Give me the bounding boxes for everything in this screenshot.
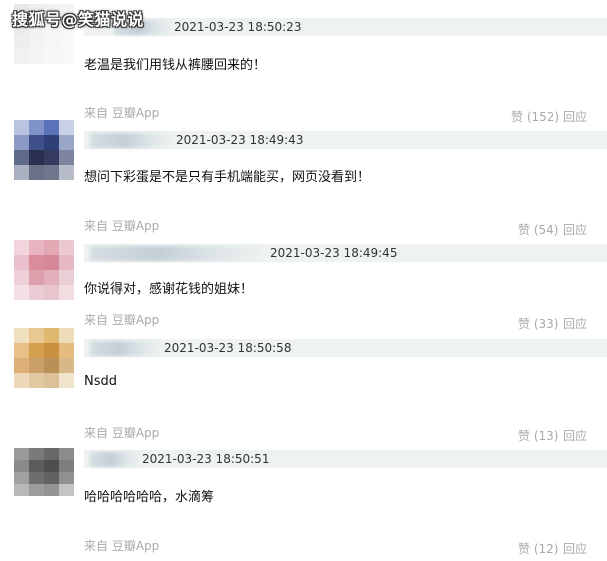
comment-text: 哈哈哈哈哈哈，水滴筹 bbox=[84, 490, 215, 505]
avatar-tile bbox=[14, 135, 29, 150]
avatar-tile bbox=[29, 255, 44, 270]
avatar-tile bbox=[14, 165, 29, 180]
avatar-tile bbox=[14, 240, 29, 255]
avatar-tile bbox=[59, 120, 74, 135]
avatar-tile bbox=[14, 328, 29, 343]
reply-button[interactable]: 回应 bbox=[563, 540, 587, 557]
comment-source: 来自 豆瓣App bbox=[84, 219, 160, 233]
comment-text: Nsdd bbox=[84, 374, 118, 389]
avatar-tile bbox=[59, 165, 74, 180]
avatar-tile bbox=[44, 255, 59, 270]
avatar-tile bbox=[59, 270, 74, 285]
avatar-tile bbox=[59, 460, 74, 472]
avatar-tile bbox=[29, 165, 44, 180]
comment-header: 2021-03-23 18:50:58 bbox=[84, 339, 607, 357]
avatar[interactable] bbox=[14, 120, 74, 180]
avatar-tile bbox=[44, 165, 59, 180]
avatar-tile bbox=[14, 285, 29, 300]
comment-text: 想问下彩蛋是不是只有手机端能买，网页没看到！ bbox=[84, 170, 371, 185]
like-button[interactable]: 赞 (13) bbox=[518, 427, 558, 444]
avatar-tile bbox=[29, 150, 44, 165]
comment-header: 2021-03-23 18:50:51 bbox=[84, 450, 607, 468]
avatar-tile bbox=[29, 135, 44, 150]
comment-time: 2021-03-23 18:50:51 bbox=[142, 452, 270, 466]
comment-source: 来自 豆瓣App bbox=[84, 539, 160, 553]
avatar-tile bbox=[14, 120, 29, 135]
avatar-tile bbox=[44, 135, 59, 150]
reply-button[interactable]: 回应 bbox=[563, 221, 587, 238]
avatar-tile bbox=[44, 484, 59, 496]
avatar-tile bbox=[14, 358, 29, 373]
username-blurred[interactable] bbox=[90, 133, 174, 148]
avatar-tile bbox=[44, 120, 59, 135]
avatar-tile bbox=[29, 240, 44, 255]
avatar-tile bbox=[44, 448, 59, 460]
avatar-tile bbox=[29, 373, 44, 388]
username-blurred[interactable] bbox=[90, 246, 264, 261]
avatar-tile bbox=[14, 255, 29, 270]
avatar-tile bbox=[29, 358, 44, 373]
avatar-tile bbox=[59, 373, 74, 388]
avatar-tile bbox=[59, 255, 74, 270]
avatar-tile bbox=[59, 448, 74, 460]
avatar-tile bbox=[14, 150, 29, 165]
avatar-tile bbox=[29, 460, 44, 472]
reply-button[interactable]: 回应 bbox=[563, 315, 587, 332]
avatar-tile bbox=[44, 150, 59, 165]
comment-time: 2021-03-23 18:49:43 bbox=[176, 133, 304, 147]
like-button[interactable]: 赞 (54) bbox=[518, 221, 558, 238]
avatar-tile bbox=[44, 373, 59, 388]
avatar-tile bbox=[29, 120, 44, 135]
avatar-tile bbox=[44, 358, 59, 373]
avatar-tile bbox=[29, 472, 44, 484]
comment-source: 来自 豆瓣App bbox=[84, 313, 160, 327]
avatar-tile bbox=[44, 270, 59, 285]
avatar-tile bbox=[29, 484, 44, 496]
avatar-tile bbox=[14, 472, 29, 484]
avatar-tile bbox=[29, 328, 44, 343]
like-button[interactable]: 赞 (12) bbox=[518, 540, 558, 557]
avatar[interactable] bbox=[14, 328, 74, 388]
comment-header: 2021-03-23 18:49:43 bbox=[84, 131, 607, 149]
avatar-tile bbox=[44, 460, 59, 472]
comment-time: 2021-03-23 18:49:45 bbox=[270, 246, 398, 260]
like-button[interactable]: 赞 (33) bbox=[518, 315, 558, 332]
avatar-tile bbox=[59, 343, 74, 358]
avatar-tile bbox=[59, 328, 74, 343]
username-blurred[interactable] bbox=[90, 452, 142, 467]
avatar-tile bbox=[44, 472, 59, 484]
avatar-tile bbox=[59, 150, 74, 165]
comment-text: 你说得对，感谢花钱的姐妹！ bbox=[84, 282, 254, 297]
avatar-tile bbox=[44, 343, 59, 358]
avatar-tile bbox=[44, 240, 59, 255]
username-blurred[interactable] bbox=[90, 341, 162, 356]
avatar-tile bbox=[14, 448, 29, 460]
avatar-tile bbox=[59, 358, 74, 373]
comment-time: 2021-03-23 18:50:58 bbox=[164, 341, 292, 355]
avatar-tile bbox=[14, 343, 29, 358]
comment-header: 2021-03-23 18:49:45 bbox=[84, 244, 607, 262]
avatar-tile bbox=[14, 270, 29, 285]
avatar[interactable] bbox=[14, 240, 74, 300]
avatar-tile bbox=[59, 285, 74, 300]
reply-button[interactable]: 回应 bbox=[563, 427, 587, 444]
avatar-tile bbox=[14, 373, 29, 388]
avatar-tile bbox=[44, 328, 59, 343]
avatar-tile bbox=[59, 240, 74, 255]
comment-source: 来自 豆瓣App bbox=[84, 426, 160, 440]
avatar-tile bbox=[29, 285, 44, 300]
avatar-tile bbox=[59, 135, 74, 150]
avatar-tile bbox=[59, 472, 74, 484]
avatar-tile bbox=[59, 484, 74, 496]
avatar-tile bbox=[14, 484, 29, 496]
avatar-tile bbox=[29, 448, 44, 460]
avatar[interactable] bbox=[14, 448, 74, 496]
watermark: 搜狐号@笑猫说说 bbox=[12, 10, 145, 29]
avatar-tile bbox=[44, 285, 59, 300]
avatar-tile bbox=[29, 270, 44, 285]
avatar-tile bbox=[29, 343, 44, 358]
avatar-tile bbox=[14, 460, 29, 472]
